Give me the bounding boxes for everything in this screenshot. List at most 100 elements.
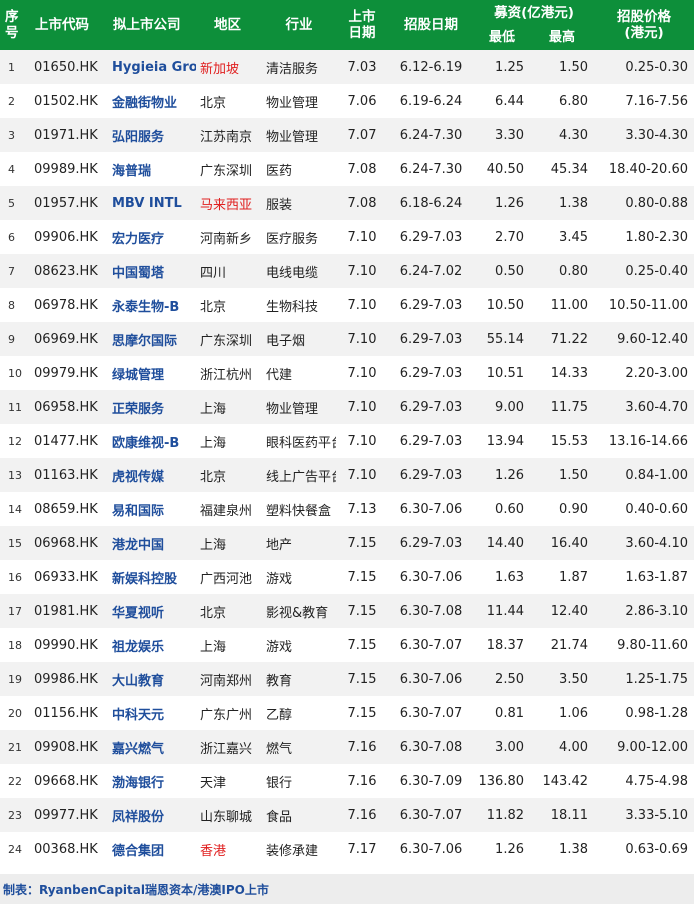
cell-fund-min: 9.00	[474, 390, 530, 424]
cell-company: 大山教育	[108, 662, 196, 696]
cell-industry: 影视&教育	[262, 594, 336, 628]
cell-fund-min: 1.26	[474, 186, 530, 220]
cell-code: 08623.HK	[30, 254, 108, 288]
cell-fund-min: 0.81	[474, 696, 530, 730]
cell-region: 北京	[196, 288, 262, 322]
table-row: 8 06978.HK 永泰生物-B 北京 生物科技 7.10 6.29-7.03 10.50 1…	[0, 288, 694, 322]
cell-code: 09989.HK	[30, 152, 108, 186]
cell-industry: 生物科技	[262, 288, 336, 322]
header-fund-min: 最低	[474, 26, 530, 50]
cell-industry: 电线电缆	[262, 254, 336, 288]
cell-region: 上海	[196, 390, 262, 424]
cell-listing-date: 7.15	[336, 662, 388, 696]
table-row: 1 01650.HK Hygieia Gro 新加坡 清洁服务 7.03 6.12-6.19…	[0, 50, 694, 84]
cell-offer-period: 6.30-7.07	[388, 798, 474, 832]
cell-company: 凤祥股份	[108, 798, 196, 832]
cell-company: 绿城管理	[108, 356, 196, 390]
cell-seq: 20	[0, 696, 30, 730]
cell-industry: 银行	[262, 764, 336, 798]
cell-offer-price: 3.60-4.70	[594, 390, 694, 424]
cell-company: 虎视传媒	[108, 458, 196, 492]
cell-offer-period: 6.30-7.09	[388, 764, 474, 798]
table-row: 11 06958.HK 正荣服务 上海 物业管理 7.10 6.29-7.03 9.00 11.…	[0, 390, 694, 424]
cell-offer-price: 3.60-4.10	[594, 526, 694, 560]
cell-seq: 23	[0, 798, 30, 832]
table-row: 7 08623.HK 中国蜀塔 四川 电线电缆 7.10 6.24-7.02 0.50 0.80…	[0, 254, 694, 288]
cell-code: 01957.HK	[30, 186, 108, 220]
cell-offer-period: 6.29-7.03	[388, 458, 474, 492]
table-row: 17 01981.HK 华夏视听 北京 影视&教育 7.15 6.30-7.08 11.44 1…	[0, 594, 694, 628]
cell-code: 01477.HK	[30, 424, 108, 458]
cell-code: 09977.HK	[30, 798, 108, 832]
cell-code: 01156.HK	[30, 696, 108, 730]
cell-offer-price: 0.25-0.40	[594, 254, 694, 288]
cell-fund-max: 21.74	[530, 628, 594, 662]
cell-offer-period: 6.30-7.06	[388, 492, 474, 526]
cell-fund-max: 45.34	[530, 152, 594, 186]
cell-offer-price: 1.80-2.30	[594, 220, 694, 254]
cell-seq: 1	[0, 50, 30, 84]
cell-listing-date: 7.16	[336, 764, 388, 798]
cell-offer-period: 6.30-7.08	[388, 594, 474, 628]
cell-fund-max: 3.50	[530, 662, 594, 696]
header-industry: 行业	[262, 0, 336, 50]
cell-region: 北京	[196, 458, 262, 492]
table-row: 16 06933.HK 新娱科控股 广西河池 游戏 7.15 6.30-7.06 1.63 1.…	[0, 560, 694, 594]
cell-offer-period: 6.30-7.06	[388, 662, 474, 696]
cell-fund-max: 14.33	[530, 356, 594, 390]
header-fund-max: 最高	[530, 26, 594, 50]
cell-listing-date: 7.17	[336, 832, 388, 866]
cell-listing-date: 7.03	[336, 50, 388, 84]
cell-offer-period: 6.30-7.06	[388, 832, 474, 866]
ipo-table: 序号 上市代码 拟上市公司 地区 行业 上市日期 招股日期 募资(亿港元) 招股…	[0, 0, 694, 866]
cell-region: 浙江嘉兴	[196, 730, 262, 764]
cell-fund-min: 10.51	[474, 356, 530, 390]
cell-code: 00368.HK	[30, 832, 108, 866]
cell-seq: 16	[0, 560, 30, 594]
cell-fund-max: 0.90	[530, 492, 594, 526]
cell-seq: 3	[0, 118, 30, 152]
cell-offer-price: 1.25-1.75	[594, 662, 694, 696]
cell-fund-max: 1.50	[530, 50, 594, 84]
cell-offer-period: 6.30-7.08	[388, 730, 474, 764]
cell-offer-period: 6.24-7.30	[388, 118, 474, 152]
cell-fund-max: 12.40	[530, 594, 594, 628]
cell-fund-min: 0.60	[474, 492, 530, 526]
cell-listing-date: 7.10	[336, 254, 388, 288]
cell-region: 福建泉州	[196, 492, 262, 526]
cell-fund-min: 0.50	[474, 254, 530, 288]
cell-seq: 5	[0, 186, 30, 220]
cell-fund-min: 2.50	[474, 662, 530, 696]
table-row: 9 06969.HK 思摩尔国际 广东深圳 电子烟 7.10 6.29-7.03 55.14 7…	[0, 322, 694, 356]
cell-seq: 2	[0, 84, 30, 118]
table-row: 24 00368.HK 德合集团 香港 装修承建 7.17 6.30-7.06 1.26 1.3…	[0, 832, 694, 866]
cell-industry: 燃气	[262, 730, 336, 764]
header-fundraise: 募资(亿港元)	[474, 0, 594, 26]
cell-region: 马来西亚	[196, 186, 262, 220]
cell-fund-max: 11.75	[530, 390, 594, 424]
cell-fund-min: 13.94	[474, 424, 530, 458]
cell-region: 上海	[196, 526, 262, 560]
cell-offer-period: 6.30-7.07	[388, 628, 474, 662]
cell-company: 金融街物业	[108, 84, 196, 118]
cell-company: MBV INTL	[108, 186, 196, 220]
cell-code: 06969.HK	[30, 322, 108, 356]
cell-company: 港龙中国	[108, 526, 196, 560]
cell-offer-period: 6.12-6.19	[388, 50, 474, 84]
cell-code: 01971.HK	[30, 118, 108, 152]
cell-offer-period: 6.29-7.03	[388, 288, 474, 322]
cell-company: 宏力医疗	[108, 220, 196, 254]
cell-offer-price: 0.98-1.28	[594, 696, 694, 730]
table-row: 14 08659.HK 易和国际 福建泉州 塑料快餐盒 7.13 6.30-7.06 0.60…	[0, 492, 694, 526]
cell-listing-date: 7.10	[336, 322, 388, 356]
cell-offer-price: 2.86-3.10	[594, 594, 694, 628]
cell-code: 06968.HK	[30, 526, 108, 560]
table-row: 1201477.HK欧康维视-B上海眼科医药平台7.106.29-7.0313.…	[0, 424, 694, 458]
cell-seq: 18	[0, 628, 30, 662]
cell-fund-min: 1.26	[474, 458, 530, 492]
cell-listing-date: 7.10	[336, 458, 388, 492]
cell-region: 北京	[196, 84, 262, 118]
cell-fund-max: 143.42	[530, 764, 594, 798]
header-company: 拟上市公司	[108, 0, 196, 50]
cell-offer-price: 7.16-7.56	[594, 84, 694, 118]
